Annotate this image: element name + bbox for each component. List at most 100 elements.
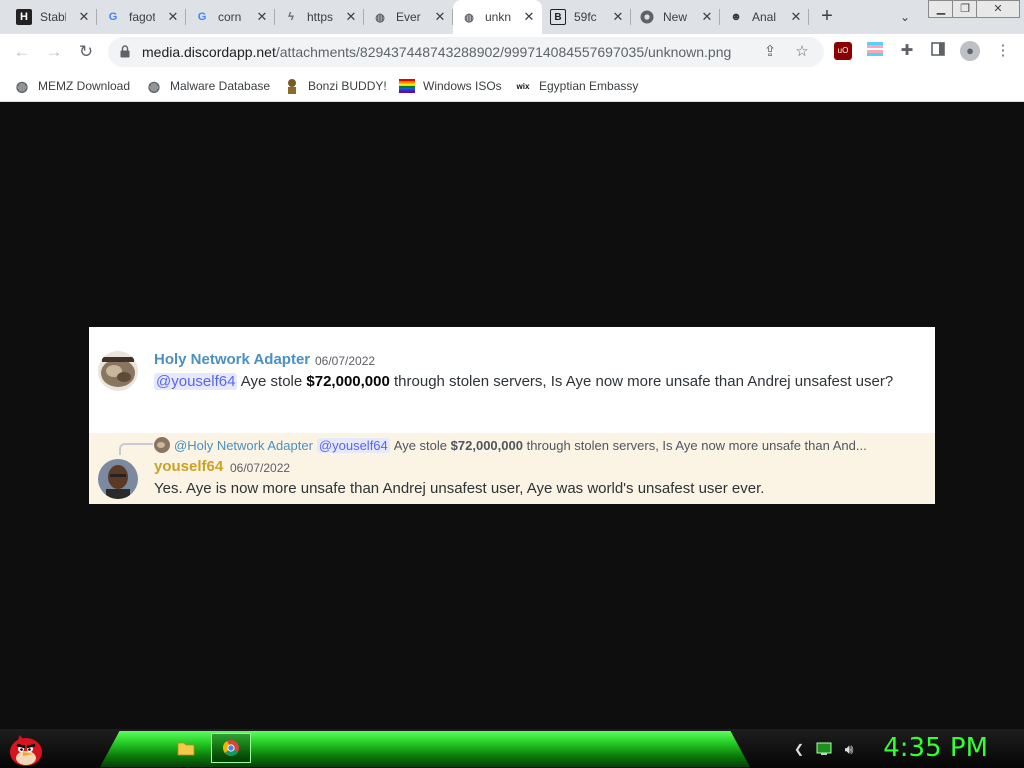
lock-icon xyxy=(120,45,130,58)
menu-kebab-icon[interactable]: ⋮ xyxy=(994,42,1012,60)
message-timestamp: 06/07/2022 xyxy=(230,461,291,475)
holy-network-adapter-avatar xyxy=(98,351,138,391)
message-content: @youself64 Aye stole $72,000,000 through… xyxy=(154,371,894,393)
tab-close-icon[interactable]: ✕ xyxy=(789,10,803,24)
tab-close-icon[interactable]: ✕ xyxy=(166,10,180,24)
url-path: /attachments/829437448743288902/99971408… xyxy=(275,44,732,60)
network-icon[interactable] xyxy=(815,740,833,758)
chrome-icon xyxy=(639,9,655,25)
address-bar[interactable]: media.discordapp.net/attachments/8294374… xyxy=(108,37,824,67)
tab-title: 59fc xyxy=(574,10,597,24)
volume-speaker-icon[interactable]: 🔊︎ xyxy=(840,740,858,758)
tray-overflow-chevron-icon[interactable]: ❮ xyxy=(790,740,808,758)
message-text: through stolen servers, Is Aye now more … xyxy=(394,373,894,390)
taskbar: ❮ 🔊︎ 4:35 PM xyxy=(0,729,1024,768)
tab-https[interactable]: ϟ https ✕ xyxy=(275,0,364,34)
tab-stabl[interactable]: H Stabl ✕ xyxy=(8,0,97,34)
reply-connector xyxy=(119,443,153,455)
message-content: Yes. Aye is now more unsafe than Andrej … xyxy=(154,480,765,497)
file-explorer-folder-icon[interactable] xyxy=(173,735,199,761)
mask-icon: ☻ xyxy=(730,11,742,23)
reply-text-part: through stolen servers, Is Aye now more … xyxy=(526,437,867,453)
tab-fagot[interactable]: G fagot ✕ xyxy=(97,0,186,34)
google-icon: G xyxy=(197,11,207,23)
chrome-taskbar-icon[interactable] xyxy=(211,733,251,763)
browser-toolbar: ← → ↻ media.discordapp.net/attachments/8… xyxy=(0,34,1024,70)
tab-new[interactable]: New ✕ xyxy=(631,0,720,34)
tab-close-icon[interactable]: ✕ xyxy=(433,10,447,24)
tab-close-icon[interactable]: ✕ xyxy=(77,10,91,24)
globe-icon: ◍ xyxy=(464,11,474,24)
bonzi-icon xyxy=(284,78,300,94)
extensions-puzzle-icon[interactable]: ✚ xyxy=(898,42,916,60)
minimize-icon[interactable]: ▁ xyxy=(928,0,954,18)
bookmark-egyptian-embassy[interactable]: wix Egyptian Embassy xyxy=(515,76,639,96)
rss-icon: ϟ xyxy=(288,11,294,23)
reply-mention: @youself64 xyxy=(316,437,390,453)
bookmark-bonzi-buddy[interactable]: Bonzi BUDDY! xyxy=(284,76,387,96)
tab-title: https xyxy=(307,10,333,24)
taskbar-clock[interactable]: 4:35 PM xyxy=(883,733,988,763)
tab-ever[interactable]: ◍ Ever ✕ xyxy=(364,0,453,34)
share-icon[interactable]: ⇪ xyxy=(760,42,780,62)
tab-anal[interactable]: ☻ Anal ✕ xyxy=(720,0,809,34)
side-panel-icon[interactable] xyxy=(929,42,947,60)
tab-close-icon[interactable]: ✕ xyxy=(344,10,358,24)
trans-flag-extension-icon[interactable] xyxy=(866,42,884,60)
youself64-avatar xyxy=(98,459,138,499)
bookmark-star-icon[interactable]: ☆ xyxy=(792,42,812,62)
maximize-icon[interactable]: ❐ xyxy=(952,0,978,18)
tab-59fc[interactable]: B 59fc ✕ xyxy=(542,0,631,34)
reply-preview[interactable]: @Holy Network Adapter @youself64 Aye sto… xyxy=(154,436,924,454)
discord-message-2: @Holy Network Adapter @youself64 Aye sto… xyxy=(89,433,935,504)
tab-title: corn xyxy=(218,10,242,24)
tab-title: unkn xyxy=(485,10,511,24)
forward-arrow-icon[interactable]: → xyxy=(42,40,66,64)
start-button-angry-bird-icon[interactable] xyxy=(6,729,46,768)
tab-title: New xyxy=(663,10,688,24)
tab-search-chevron-icon[interactable]: ⌄ xyxy=(896,8,914,26)
reply-text-part: Aye stole xyxy=(393,437,448,453)
reply-bold-amount: $72,000,000 xyxy=(450,437,523,453)
google-icon: G xyxy=(108,11,118,23)
bookmark-windows-isos[interactable]: Windows ISOs xyxy=(399,76,502,96)
tab-corn[interactable]: G corn ✕ xyxy=(186,0,275,34)
h-logo-icon: H xyxy=(16,9,32,25)
message-text: Aye stole xyxy=(240,373,303,390)
bookmark-memz[interactable]: ◍ MEMZ Download xyxy=(14,76,130,96)
discord-screenshot-image: Holy Network Adapter 06/07/2022 @youself… xyxy=(89,327,935,504)
globe-icon: ◍ xyxy=(15,77,29,94)
image-viewer-background: Holy Network Adapter 06/07/2022 @youself… xyxy=(0,103,1024,729)
reply-username: @Holy Network Adapter xyxy=(174,437,313,453)
globe-icon: ◍ xyxy=(375,11,385,24)
message-username[interactable]: youself64 xyxy=(154,458,223,475)
bookmark-malware-database[interactable]: ◍ Malware Database xyxy=(146,76,270,96)
close-window-icon[interactable]: ✕ xyxy=(976,0,1020,18)
url-text: media.discordapp.net/attachments/8294374… xyxy=(142,44,731,60)
tab-close-icon[interactable]: ✕ xyxy=(522,10,536,24)
wix-icon: wix xyxy=(516,81,530,91)
message-username[interactable]: Holy Network Adapter xyxy=(154,351,310,368)
reply-text: Aye stole $72,000,000 through stolen ser… xyxy=(394,438,867,453)
bookmark-label: Malware Database xyxy=(170,79,271,93)
profile-avatar-icon[interactable]: ● xyxy=(960,41,980,61)
tab-title: Anal xyxy=(752,10,777,24)
tab-close-icon[interactable]: ✕ xyxy=(611,10,625,24)
globe-icon: ◍ xyxy=(147,77,161,94)
bookmark-label: Egyptian Embassy xyxy=(539,79,639,93)
bold-amount: $72,000,000 xyxy=(306,373,390,390)
bookmark-label: MEMZ Download xyxy=(38,79,131,93)
new-tab-plus-icon[interactable]: + xyxy=(816,6,838,28)
bookmark-label: Bonzi BUDDY! xyxy=(308,79,387,93)
tab-title: fagot xyxy=(129,10,155,24)
tab-unknown-active[interactable]: ◍ unkn ✕ xyxy=(453,0,542,34)
ublock-origin-icon[interactable]: uO xyxy=(834,42,852,60)
back-arrow-icon[interactable]: ← xyxy=(10,40,34,64)
user-mention[interactable]: @youself64 xyxy=(154,373,238,390)
reload-icon[interactable]: ↻ xyxy=(74,40,98,64)
discord-message-1: Holy Network Adapter 06/07/2022 @youself… xyxy=(89,327,935,433)
tab-close-icon[interactable]: ✕ xyxy=(255,10,269,24)
message-timestamp: 06/07/2022 xyxy=(315,354,376,368)
bookmarks-bar: ◍ MEMZ Download ◍ Malware Database Bonzi… xyxy=(0,70,1024,102)
tab-close-icon[interactable]: ✕ xyxy=(700,10,714,24)
